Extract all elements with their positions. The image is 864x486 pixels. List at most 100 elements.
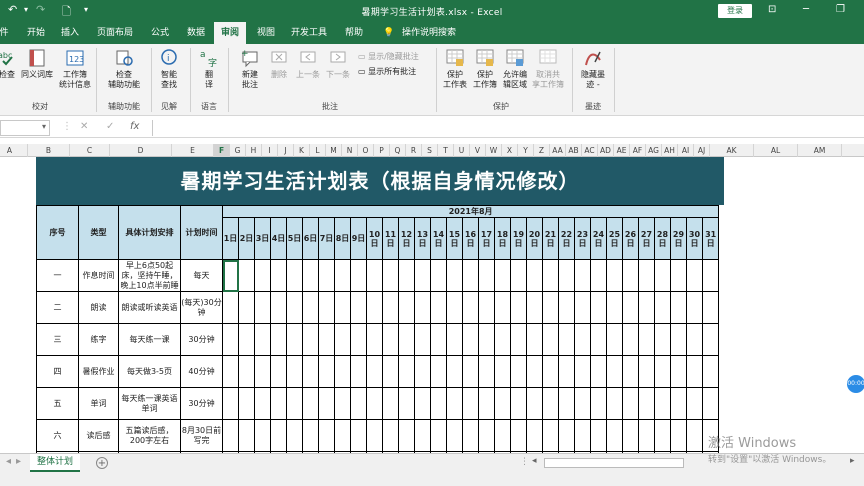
row-seq[interactable]: 一	[36, 259, 79, 292]
day-cell[interactable]	[446, 355, 463, 388]
day-cell[interactable]	[510, 291, 527, 324]
day-cell[interactable]	[318, 355, 335, 388]
tab-home[interactable]: 开始	[22, 22, 50, 44]
column-header[interactable]: I	[262, 144, 278, 157]
column-header[interactable]: AI	[678, 144, 694, 157]
day-cell[interactable]	[430, 291, 447, 324]
day-cell[interactable]	[590, 259, 607, 292]
new-comment-button[interactable]: + 新建 批注	[236, 48, 264, 90]
day-cell[interactable]	[398, 291, 415, 324]
day-cell[interactable]	[382, 387, 399, 420]
day-cell[interactable]	[350, 323, 367, 356]
day-cell[interactable]	[654, 355, 671, 388]
day-cell[interactable]	[494, 355, 511, 388]
day-cell[interactable]	[526, 387, 543, 420]
day-cell[interactable]	[622, 259, 639, 292]
day-cell[interactable]	[686, 259, 703, 292]
day-header[interactable]: 14日	[430, 217, 447, 260]
day-cell[interactable]	[238, 259, 255, 292]
row-seq[interactable]: 二	[36, 291, 79, 324]
delete-comment-button[interactable]: 删除	[266, 48, 292, 80]
day-cell[interactable]	[414, 419, 431, 452]
day-cell[interactable]	[238, 355, 255, 388]
row-type[interactable]: 作息时间	[78, 259, 119, 292]
day-cell[interactable]	[254, 259, 271, 292]
day-cell[interactable]	[606, 323, 623, 356]
column-header[interactable]: F	[214, 144, 230, 157]
day-cell[interactable]	[366, 259, 383, 292]
day-cell[interactable]	[654, 259, 671, 292]
tab-developer[interactable]: 开发工具	[286, 22, 332, 44]
day-cell[interactable]	[334, 291, 351, 324]
day-cell[interactable]	[270, 259, 287, 292]
day-cell[interactable]	[446, 259, 463, 292]
day-cell[interactable]	[542, 355, 559, 388]
day-cell[interactable]	[574, 419, 591, 452]
header-type[interactable]: 类型	[78, 205, 119, 260]
day-header[interactable]: 5日	[286, 217, 303, 260]
column-header[interactable]: AM	[798, 144, 842, 157]
check-accessibility-button[interactable]: 检查 辅助功能	[104, 48, 144, 90]
day-header[interactable]: 17日	[478, 217, 495, 260]
day-cell[interactable]	[446, 323, 463, 356]
day-cell[interactable]	[606, 387, 623, 420]
day-header[interactable]: 10日	[366, 217, 383, 260]
column-header[interactable]: N	[342, 144, 358, 157]
day-cell[interactable]	[526, 355, 543, 388]
day-cell[interactable]	[638, 355, 655, 388]
day-cell[interactable]	[622, 323, 639, 356]
day-cell[interactable]	[462, 291, 479, 324]
day-cell[interactable]	[254, 291, 271, 324]
day-cell[interactable]	[350, 355, 367, 388]
day-cell[interactable]	[238, 419, 255, 452]
day-cell[interactable]	[701, 323, 720, 356]
day-cell[interactable]	[222, 259, 239, 292]
day-cell[interactable]	[542, 259, 559, 292]
column-header[interactable]: B	[28, 144, 70, 157]
day-cell[interactable]	[590, 323, 607, 356]
name-box-dropdown-icon[interactable]: ▾	[42, 122, 46, 131]
day-header[interactable]: 21日	[542, 217, 559, 260]
day-header[interactable]: 22日	[558, 217, 575, 260]
login-button[interactable]: 登录	[718, 4, 752, 18]
day-header[interactable]: 3日	[254, 217, 271, 260]
sheet-scroll-right-icon[interactable]: ▸	[16, 456, 21, 467]
day-header[interactable]: 24日	[590, 217, 607, 260]
row-type[interactable]: 读后感	[78, 419, 119, 452]
day-cell[interactable]	[350, 291, 367, 324]
day-cell[interactable]	[654, 419, 671, 452]
row-time[interactable]: (每天)30分钟	[180, 291, 223, 324]
day-cell[interactable]	[606, 259, 623, 292]
day-cell[interactable]	[238, 291, 255, 324]
day-cell[interactable]	[462, 387, 479, 420]
day-cell[interactable]	[302, 259, 319, 292]
day-cell[interactable]	[574, 387, 591, 420]
day-cell[interactable]	[366, 291, 383, 324]
day-cell[interactable]	[542, 291, 559, 324]
row-time[interactable]: 40分钟	[180, 355, 223, 388]
tab-review[interactable]: 审阅	[214, 22, 246, 44]
day-cell[interactable]	[526, 419, 543, 452]
column-header[interactable]: A	[0, 144, 28, 157]
day-cell[interactable]	[366, 323, 383, 356]
day-cell[interactable]	[638, 259, 655, 292]
day-cell[interactable]	[238, 387, 255, 420]
day-header[interactable]: 8日	[334, 217, 351, 260]
day-cell[interactable]	[542, 387, 559, 420]
day-cell[interactable]	[382, 419, 399, 452]
allow-edit-ranges-button[interactable]: 允许编 辑区域	[500, 48, 530, 90]
day-cell[interactable]	[558, 419, 575, 452]
day-cell[interactable]	[510, 355, 527, 388]
day-cell[interactable]	[462, 419, 479, 452]
day-cell[interactable]	[382, 355, 399, 388]
day-cell[interactable]	[334, 419, 351, 452]
row-time[interactable]: 8月30日前写完	[180, 419, 223, 452]
column-header[interactable]: K	[294, 144, 310, 157]
column-header[interactable]: AC	[582, 144, 598, 157]
row-seq[interactable]: 三	[36, 323, 79, 356]
day-cell[interactable]	[254, 387, 271, 420]
column-header[interactable]: H	[246, 144, 262, 157]
column-header[interactable]: Q	[390, 144, 406, 157]
column-header[interactable]: D	[110, 144, 172, 157]
row-type[interactable]: 单词	[78, 387, 119, 420]
